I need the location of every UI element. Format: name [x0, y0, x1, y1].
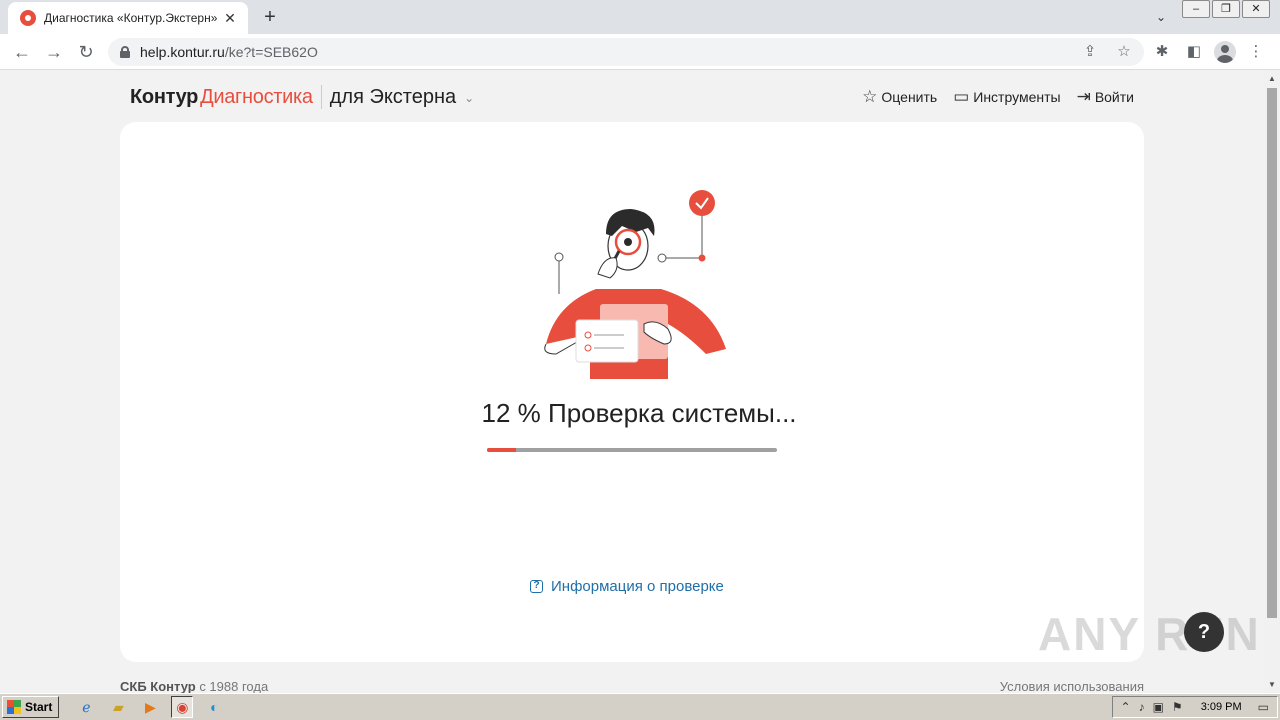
diagnostic-card: 12 % Проверка системы... ? Информация о … — [120, 122, 1144, 662]
show-desktop-icon[interactable]: ▭ — [1258, 700, 1269, 714]
scroll-down-arrow-icon[interactable]: ▼ — [1264, 677, 1280, 693]
logo-kontur[interactable]: Контур — [130, 86, 198, 109]
login-arrow-icon: ⇥ — [1076, 87, 1091, 106]
forward-arrow-icon[interactable]: → — [42, 40, 66, 64]
rate-button[interactable]: ☆ Оценить — [862, 87, 937, 107]
person-with-magnifier-illustration — [544, 190, 726, 379]
product-selector[interactable]: для Экстерна — [330, 86, 456, 109]
scrollbar-thumb[interactable] — [1267, 88, 1277, 618]
lock-icon[interactable] — [120, 46, 130, 58]
network-icon[interactable]: ▣ — [1153, 700, 1164, 714]
address-bar[interactable]: help.kontur.ru/ke?t=SEB62O ⇪ ☆ — [108, 38, 1144, 66]
clock[interactable]: 3:09 PM — [1201, 701, 1242, 713]
progress-status: 12 % Проверка системы... — [474, 398, 804, 429]
page-footer: СКБ Контур с 1988 года Условия использов… — [120, 679, 1144, 693]
terms-link[interactable]: Условия использования — [1000, 679, 1144, 693]
web-page: Контур Диагностика для Экстерна ⌄ ☆ Оцени… — [0, 71, 1264, 693]
tools-label: Инструменты — [973, 89, 1061, 105]
anyrun-watermark: ANY RUN — [1038, 608, 1261, 660]
browser-menu-icon[interactable]: ⋮ — [1244, 40, 1268, 64]
back-arrow-icon[interactable]: ← — [10, 40, 34, 64]
side-panel-icon[interactable]: ◧ — [1182, 40, 1206, 64]
ie-icon[interactable]: ℯ — [75, 696, 97, 718]
close-window-button[interactable]: ✕ — [1242, 0, 1270, 18]
new-tab-button[interactable]: + — [258, 5, 282, 29]
start-button[interactable]: Start — [2, 696, 60, 718]
browser-tab[interactable]: Диагностика «Контур.Экстерн» ✕ — [8, 2, 248, 34]
reload-icon[interactable]: ↻ — [74, 40, 98, 64]
start-label: Start — [25, 700, 53, 714]
header-actions: ☆ Оценить ▭ Инструменты ⇥ Войти — [862, 87, 1134, 107]
tab-close-icon[interactable]: ✕ — [222, 10, 238, 26]
progress-percent: 12 — [481, 398, 511, 428]
site-header: Контур Диагностика для Экстерна ⌄ ☆ Оцени… — [130, 85, 1134, 109]
help-chat-button[interactable]: ? — [1184, 612, 1224, 652]
chevron-down-icon[interactable]: ⌄ — [464, 91, 474, 105]
logo-divider — [320, 85, 322, 109]
share-icon[interactable]: ⇪ — [1078, 40, 1102, 64]
browser-tab-strip: Диагностика «Контур.Экстерн» ✕ + ⌄ – ❐ ✕ — [0, 0, 1280, 34]
progress-bar — [487, 448, 777, 452]
login-button[interactable]: ⇥ Войти — [1077, 87, 1134, 107]
logo-diagnostika[interactable]: Диагностика — [200, 86, 313, 109]
rate-label: Оценить — [881, 89, 938, 105]
tab-search-chevron-icon[interactable]: ⌄ — [1150, 6, 1172, 28]
check-info-link[interactable]: ? Информация о проверке — [530, 578, 724, 595]
url-path: /ke?t=SEB62O — [224, 44, 318, 60]
folder-icon[interactable]: ▰ — [107, 696, 129, 718]
bookmark-star-icon[interactable]: ☆ — [1112, 40, 1136, 64]
system-tray: ⌃ ♪ ▣ ⚑ 3:09 PM ▭ — [1111, 696, 1278, 718]
monitor-icon: ▭ — [953, 87, 970, 106]
profile-avatar-icon[interactable] — [1214, 41, 1236, 63]
url-host: help.kontur.ru — [140, 44, 225, 60]
check-info-label: Информация о проверке — [551, 578, 724, 595]
browser-toolbar: ← → ↻ help.kontur.ru/ke?t=SEB62O ⇪ ☆ ✱ ◧… — [0, 34, 1280, 70]
kontur-favicon-icon — [20, 10, 36, 26]
tray-expand-icon[interactable]: ⌃ — [1121, 700, 1131, 714]
footer-company: СКБ Контур — [120, 679, 196, 693]
restore-button[interactable]: ❐ — [1212, 0, 1240, 18]
question-icon: ? — [530, 580, 543, 593]
flag-icon[interactable]: ⚑ — [1172, 700, 1183, 714]
login-label: Войти — [1094, 89, 1134, 105]
window-controls: – ❐ ✕ — [1182, 0, 1270, 18]
footer-copyright: СКБ Контур с 1988 года — [120, 679, 268, 693]
progress-status-text: Проверка системы... — [548, 398, 797, 428]
progress-bar-fill — [487, 448, 516, 452]
extensions-puzzle-icon[interactable]: ✱ — [1150, 40, 1174, 64]
tools-button[interactable]: ▭ Инструменты — [953, 87, 1060, 107]
footer-since: с 1988 года — [195, 679, 269, 693]
scroll-up-arrow-icon[interactable]: ▲ — [1264, 71, 1280, 87]
progress-percent-sign: % — [517, 398, 541, 428]
minimize-button[interactable]: – — [1182, 0, 1210, 18]
page-scrollbar[interactable]: ▲ ▼ — [1264, 71, 1280, 693]
tab-title: Диагностика «Контур.Экстерн» — [44, 11, 218, 25]
windows-taskbar: Start ℯ ▰ ▶ ◉ ◐ ⌃ ♪ ▣ ⚑ 3:09 PM ▭ — [0, 693, 1280, 720]
volume-icon[interactable]: ♪ — [1139, 700, 1145, 714]
chrome-icon[interactable]: ◉ — [171, 696, 194, 718]
windows-logo-icon — [7, 700, 21, 714]
edge-icon[interactable]: ◐ — [203, 696, 225, 718]
quick-launch: ℯ ▰ ▶ ◉ ◐ — [75, 696, 225, 718]
star-icon: ☆ — [862, 87, 878, 106]
media-player-icon[interactable]: ▶ — [139, 696, 161, 718]
